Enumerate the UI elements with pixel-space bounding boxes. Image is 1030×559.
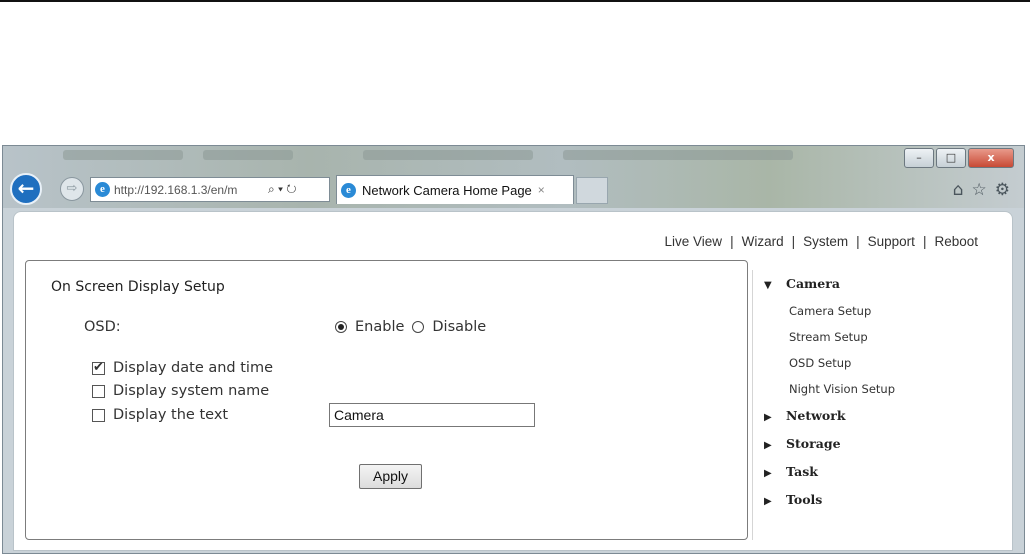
expanded-arrow-icon: ▼ bbox=[764, 280, 772, 291]
display-text-label: Display the text bbox=[113, 407, 229, 423]
nav-reboot[interactable]: Reboot bbox=[934, 234, 978, 249]
nav-separator: | bbox=[922, 234, 927, 249]
favorites-star-icon[interactable]: ☆ bbox=[972, 180, 987, 200]
close-button[interactable]: x bbox=[968, 148, 1014, 168]
top-rule bbox=[0, 0, 1030, 2]
collapsed-arrow-icon: ▶ bbox=[764, 468, 772, 479]
checkbox-text-row: Display the text bbox=[92, 407, 228, 423]
disable-radio[interactable] bbox=[412, 321, 425, 333]
maximize-button[interactable]: □ bbox=[936, 148, 966, 168]
tools-gear-icon[interactable]: ⚙ bbox=[995, 180, 1010, 200]
sidebar-item-night-vision-setup[interactable]: Night Vision Setup bbox=[789, 382, 895, 396]
enable-label: Enable bbox=[355, 319, 405, 335]
top-navigation: Live View | Wizard | System | Support | … bbox=[665, 234, 978, 249]
collapsed-arrow-icon: ▶ bbox=[764, 440, 772, 451]
sidebar-section-storage[interactable]: ▶ Storage bbox=[764, 436, 841, 451]
sidebar-section-network[interactable]: ▶ Network bbox=[764, 408, 846, 423]
toolbar-icons: ⌂ ☆ ⚙ bbox=[953, 180, 1010, 200]
sidebar-section-label: Tools bbox=[786, 492, 823, 507]
enable-radio[interactable] bbox=[335, 321, 347, 333]
collapsed-arrow-icon: ▶ bbox=[764, 412, 772, 423]
osd-radio-group: Enable Disable bbox=[335, 319, 486, 335]
tab-network-camera[interactable]: e Network Camera Home Page × bbox=[336, 175, 574, 204]
search-refresh-icons[interactable]: ⌕ ▾ ↻ bbox=[268, 182, 297, 197]
checkmark-icon: ✔ bbox=[93, 359, 104, 375]
sidebar-section-label: Task bbox=[786, 464, 818, 479]
disable-label: Disable bbox=[432, 319, 487, 335]
osd-setup-panel: On Screen Display Setup OSD: Enable Disa… bbox=[25, 260, 748, 540]
new-tab-button[interactable] bbox=[576, 177, 608, 204]
system-name-checkbox[interactable] bbox=[92, 384, 105, 398]
address-url[interactable]: http://192.168.1.3/en/m bbox=[114, 183, 264, 197]
sidebar-item-osd-setup[interactable]: OSD Setup bbox=[789, 356, 851, 370]
sidebar-item-camera-setup[interactable]: Camera Setup bbox=[789, 304, 871, 318]
sidebar-divider bbox=[752, 270, 753, 540]
back-button[interactable]: ← bbox=[10, 173, 42, 205]
nav-separator: | bbox=[856, 234, 860, 249]
browser-window: – □ x ← ⇨ e http://192.168.1.3/en/m ⌕ ▾ … bbox=[2, 145, 1025, 554]
sidebar-section-task[interactable]: ▶ Task bbox=[764, 464, 818, 479]
forward-button[interactable]: ⇨ bbox=[60, 177, 84, 201]
page-content: Live View | Wizard | System | Support | … bbox=[13, 211, 1013, 551]
nav-wizard[interactable]: Wizard bbox=[742, 234, 784, 249]
date-time-checkbox[interactable]: ✔ bbox=[92, 359, 105, 375]
sidebar-section-camera[interactable]: ▼ Camera bbox=[764, 276, 840, 291]
panel-title: On Screen Display Setup bbox=[51, 279, 225, 295]
sidebar-section-label: Camera bbox=[786, 276, 840, 291]
ie-logo-icon: e bbox=[95, 182, 110, 197]
nav-separator: | bbox=[791, 234, 796, 249]
tab-title: Network Camera Home Page bbox=[362, 182, 532, 198]
apply-button[interactable]: Apply bbox=[359, 464, 422, 489]
date-time-label: Display date and time bbox=[113, 360, 274, 376]
collapsed-arrow-icon: ▶ bbox=[764, 496, 772, 507]
tab-ie-icon: e bbox=[341, 182, 356, 198]
sidebar-section-label: Storage bbox=[786, 436, 841, 451]
checkbox-system-name-row: Display system name bbox=[92, 383, 269, 399]
window-controls: – □ x bbox=[904, 148, 1014, 168]
forward-arrow-icon: ⇨ bbox=[66, 181, 78, 196]
system-name-label: Display system name bbox=[113, 383, 270, 399]
sidebar-section-label: Network bbox=[786, 408, 846, 423]
sidebar-item-stream-setup[interactable]: Stream Setup bbox=[789, 330, 868, 344]
osd-label: OSD: bbox=[84, 319, 121, 335]
nav-system[interactable]: System bbox=[803, 234, 848, 249]
tab-close-icon[interactable]: × bbox=[538, 183, 545, 197]
back-arrow-icon: ← bbox=[17, 176, 35, 200]
address-bar[interactable]: e http://192.168.1.3/en/m ⌕ ▾ ↻ bbox=[90, 177, 330, 202]
nav-support[interactable]: Support bbox=[868, 234, 915, 249]
home-icon[interactable]: ⌂ bbox=[953, 180, 964, 200]
checkbox-date-time-row: ✔ Display date and time bbox=[92, 360, 273, 376]
sidebar-section-tools[interactable]: ▶ Tools bbox=[764, 492, 822, 507]
osd-text-input[interactable]: Camera bbox=[329, 403, 535, 427]
nav-live-view[interactable]: Live View bbox=[665, 234, 723, 249]
minimize-button[interactable]: – bbox=[904, 148, 934, 168]
display-text-checkbox[interactable] bbox=[92, 408, 105, 422]
nav-separator: | bbox=[730, 234, 734, 249]
